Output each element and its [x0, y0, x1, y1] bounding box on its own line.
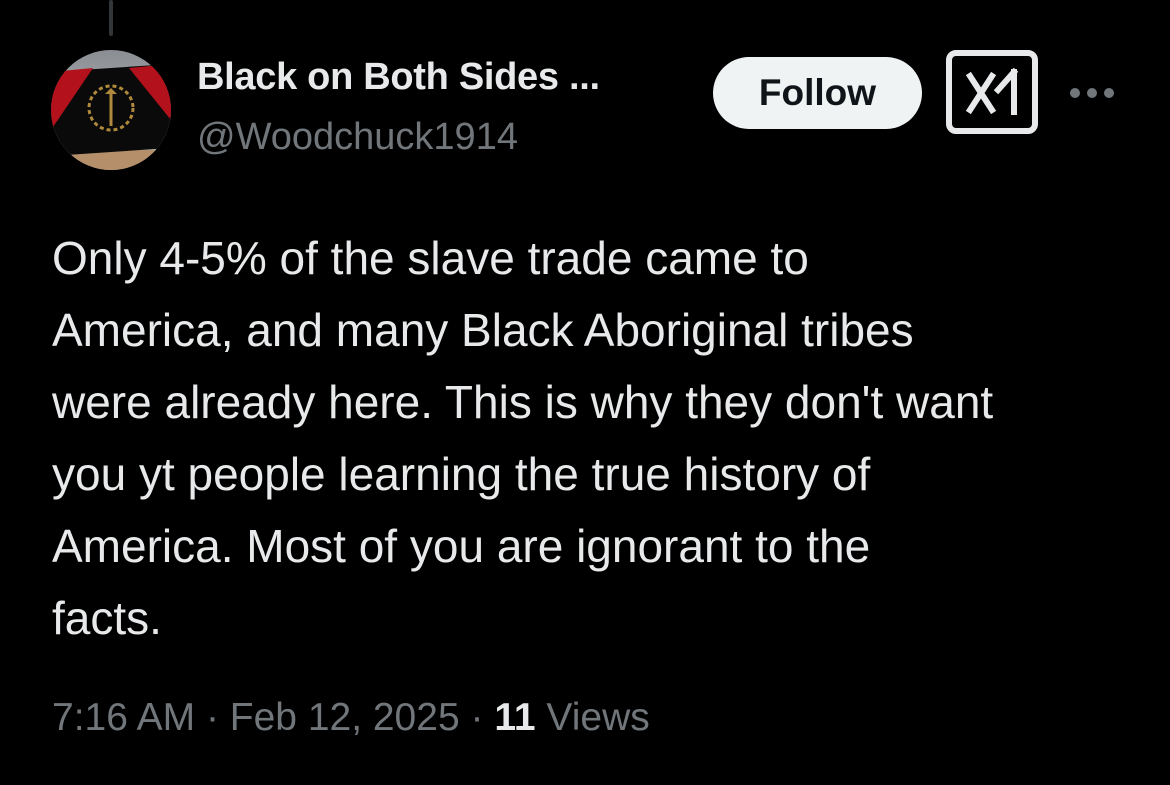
- flag-laurel-avatar-icon: [51, 50, 171, 170]
- grok-icon: [945, 50, 1038, 134]
- views-count[interactable]: 11: [494, 696, 535, 739]
- author-handle[interactable]: @Woodchuck1914: [197, 116, 518, 159]
- views-label: Views: [546, 696, 650, 739]
- more-options-button[interactable]: [1062, 78, 1122, 108]
- meta-separator: ·: [470, 696, 484, 739]
- meta-separator: ·: [205, 696, 219, 739]
- tweet-text: Only 4-5% of the slave trade came to Ame…: [52, 232, 994, 644]
- grok-button[interactable]: [945, 49, 1038, 135]
- thread-connector-line: [109, 0, 113, 36]
- tweet-date[interactable]: Feb 12, 2025: [230, 696, 460, 739]
- author-display-name[interactable]: Black on Both Sides ...: [197, 56, 600, 99]
- tweet-meta: 7:16 AM · Feb 12, 2025 · 11 Views: [52, 696, 650, 740]
- follow-button[interactable]: Follow: [713, 57, 922, 129]
- tweet-time[interactable]: 7:16 AM: [52, 696, 195, 739]
- author-avatar[interactable]: [51, 50, 171, 170]
- more-options-icon: [1070, 88, 1114, 98]
